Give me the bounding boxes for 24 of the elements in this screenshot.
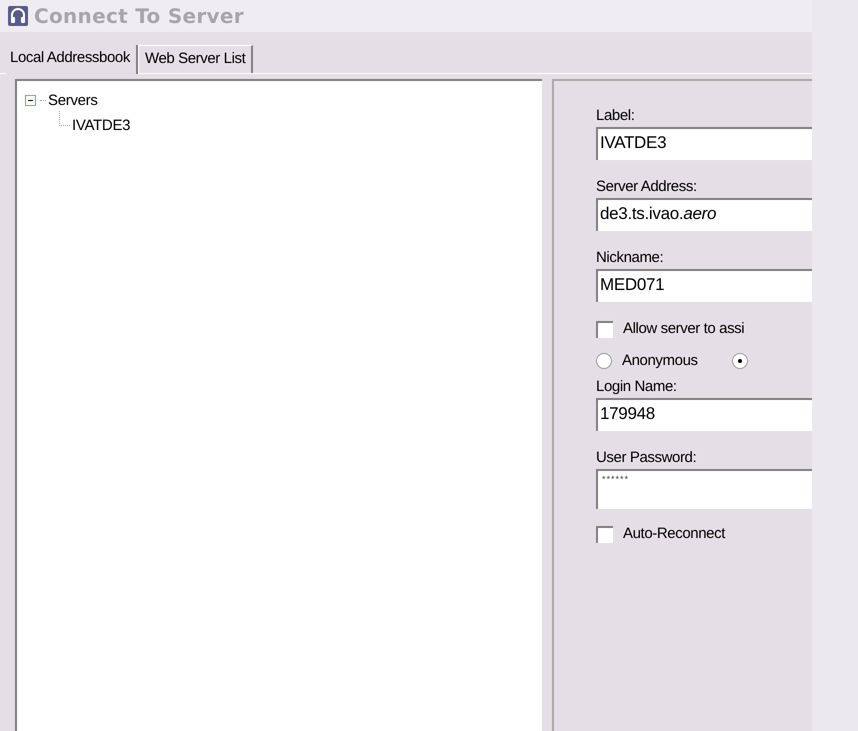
radio-button[interactable] (732, 353, 748, 369)
input-field[interactable]: de3.ts.ivao.aero (596, 198, 812, 231)
radio-label: Anonymous (622, 352, 698, 370)
field-label: Login Name: (596, 378, 678, 396)
checkbox-label: Allow server to assi (623, 320, 744, 338)
password-field[interactable]: ****** (596, 469, 812, 509)
input-field[interactable]: IVATDE3 (596, 127, 812, 160)
input-field[interactable]: 179948 (596, 398, 812, 431)
tab[interactable]: Web Server List (138, 45, 254, 73)
checkbox[interactable] (596, 526, 613, 542)
field-label: Nickname: (596, 249, 664, 267)
tree-item[interactable]: IVATDE3 (72, 117, 130, 134)
tree-item[interactable]: Servers (48, 92, 98, 108)
field-label: Label: (596, 107, 636, 125)
tab[interactable]: Local Addressbook (6, 45, 138, 74)
headphones-icon (8, 6, 28, 26)
field-label: User Password: (596, 449, 698, 467)
radio-button[interactable] (596, 353, 612, 369)
checkbox-label: Auto-Reconnect (623, 525, 725, 543)
input-field[interactable]: MED071 (596, 269, 812, 302)
checkbox[interactable] (596, 320, 613, 338)
window-title: Connect To Server (34, 4, 244, 28)
field-label: Server Address: (596, 178, 698, 196)
collapse-toggle[interactable] (25, 94, 36, 106)
